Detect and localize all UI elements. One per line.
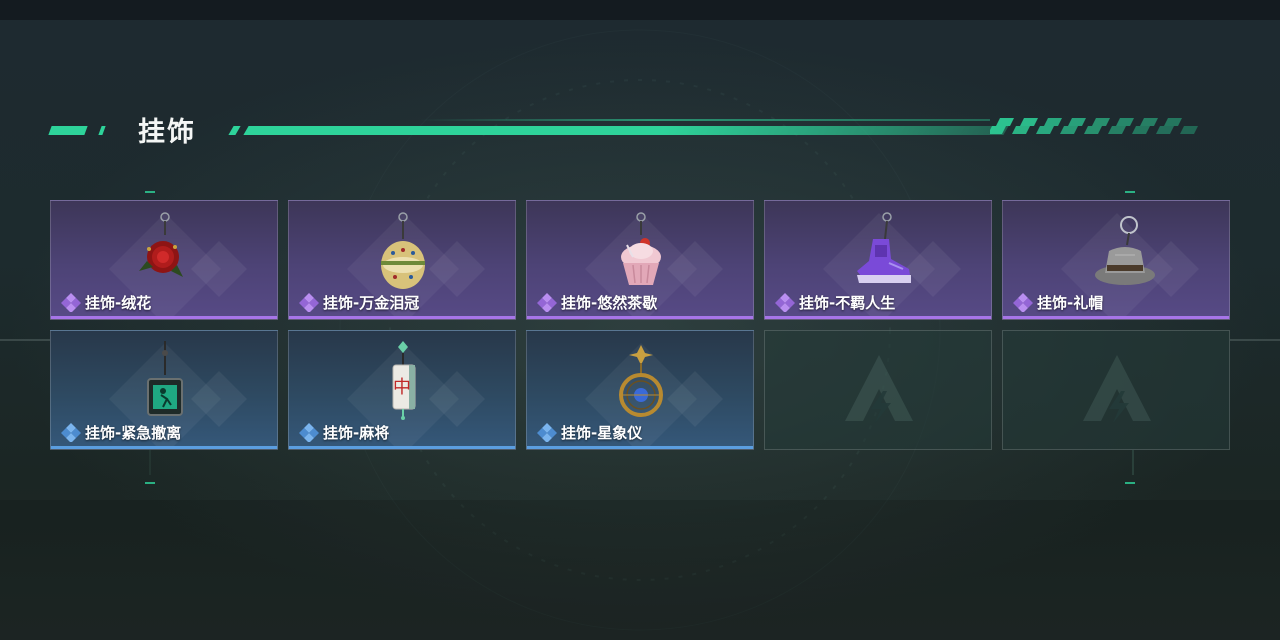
mahjong-tile-charm-icon: 中	[392, 341, 416, 420]
charm-name: 挂饰-紧急撤离	[85, 423, 182, 442]
card-label-row: 挂饰-麻将	[299, 421, 389, 443]
rarity-diamond-icon	[61, 293, 81, 312]
charm-card[interactable]: 挂饰-万金泪冠	[288, 200, 516, 320]
charm-card[interactable]: 挂饰-悠然茶歇	[526, 200, 754, 320]
game-logo-icon	[845, 355, 913, 423]
rarity-diamond-icon	[537, 423, 557, 442]
charm-name: 挂饰-绒花	[85, 293, 152, 312]
game-logo-icon	[1083, 355, 1151, 423]
charm-name: 挂饰-万金泪冠	[323, 293, 420, 312]
rarity-diamond-icon	[537, 293, 557, 312]
rarity-bar	[527, 316, 753, 319]
rarity-diamond-icon	[1013, 293, 1033, 312]
rose-charm-icon	[139, 212, 183, 277]
charm-name: 挂饰-星象仪	[561, 423, 643, 442]
charm-card[interactable]: 挂饰-礼帽	[1002, 200, 1230, 320]
charm-card[interactable]: 挂饰-不羁人生	[764, 200, 992, 320]
rarity-bar	[765, 316, 991, 319]
jeweled-egg-charm-icon	[381, 212, 425, 289]
charm-name: 挂饰-不羁人生	[799, 293, 896, 312]
header-accent-bar	[243, 126, 1009, 135]
rarity-diamond-icon	[299, 423, 319, 442]
grid-corner-mark	[1125, 191, 1135, 193]
exit-sign-charm-icon	[147, 341, 183, 416]
empty-slot[interactable]	[764, 330, 992, 450]
charm-card[interactable]: 挂饰-星象仪	[526, 330, 754, 450]
section-header: 挂饰	[0, 100, 1280, 160]
charm-name: 挂饰-悠然茶歇	[561, 293, 658, 312]
svg-text:中: 中	[393, 377, 411, 398]
header-accent-dash	[48, 126, 88, 135]
rarity-bar	[527, 446, 753, 449]
top-band	[0, 0, 1280, 20]
section-title: 挂饰	[138, 117, 196, 148]
rarity-bar	[289, 316, 515, 319]
card-label-row: 挂饰-不羁人生	[775, 291, 895, 313]
astrolabe-charm-icon	[619, 345, 663, 417]
rarity-bar	[51, 446, 277, 449]
card-label-row: 挂饰-礼帽	[1013, 291, 1103, 313]
charm-name: 挂饰-麻将	[323, 423, 390, 442]
cupcake-charm-icon	[621, 212, 661, 285]
card-label-row: 挂饰-紧急撤离	[61, 421, 181, 443]
grid-corner-mark	[145, 482, 155, 484]
card-label-row: 挂饰-悠然茶歇	[537, 291, 657, 313]
header-thin-line	[420, 119, 990, 121]
card-label-row: 挂饰-万金泪冠	[299, 291, 419, 313]
rarity-bar	[1003, 316, 1229, 319]
empty-slot[interactable]	[1002, 330, 1230, 450]
rarity-bar	[51, 316, 277, 319]
rarity-diamond-icon	[299, 293, 319, 312]
header-accent-slash	[228, 126, 241, 135]
rarity-diamond-icon	[61, 423, 81, 442]
rarity-bar	[289, 446, 515, 449]
sneaker-charm-icon	[857, 212, 911, 283]
charm-card[interactable]: 挂饰-绒花	[50, 200, 278, 320]
header-checker-pattern	[990, 118, 1198, 134]
fedora-charm-icon	[1095, 216, 1155, 285]
header-accent-tick	[98, 126, 106, 135]
charm-name: 挂饰-礼帽	[1037, 293, 1104, 312]
card-label-row: 挂饰-绒花	[61, 291, 151, 313]
charm-card[interactable]: 挂饰-紧急撤离	[50, 330, 278, 450]
card-label-row: 挂饰-星象仪	[537, 421, 642, 443]
grid-corner-mark	[1125, 482, 1135, 484]
grid-corner-mark	[145, 191, 155, 193]
charm-card[interactable]: 中 挂饰-麻将	[288, 330, 516, 450]
charm-grid: 挂饰-绒花 挂饰-万金泪冠 挂饰-悠然茶歇 挂饰-不羁人生 挂饰-礼帽 挂饰-紧…	[50, 200, 1230, 450]
rarity-diamond-icon	[775, 293, 795, 312]
